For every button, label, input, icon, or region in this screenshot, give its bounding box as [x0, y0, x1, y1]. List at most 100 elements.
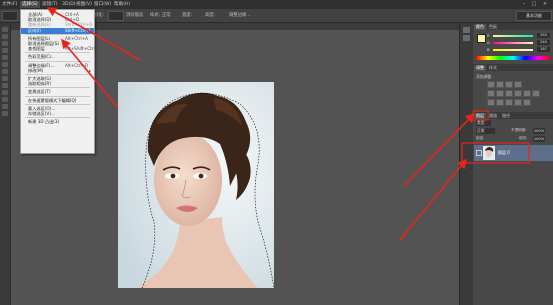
hue-saturation-icon[interactable] [496, 90, 504, 97]
slider-g: G 240 [487, 40, 551, 45]
menu-separator [25, 103, 90, 105]
refine-edge-button[interactable]: 调整边缘... [229, 12, 250, 18]
brightness-icon[interactable] [487, 81, 495, 88]
menu-view[interactable]: 视图(V) [76, 1, 92, 8]
gradient-map-icon[interactable] [514, 99, 522, 106]
selective-color-icon[interactable] [523, 99, 531, 106]
tab-layers[interactable]: 图层 [474, 113, 486, 119]
lock-label: 锁定: [476, 136, 485, 140]
fill-label: 填充: [519, 136, 528, 140]
history-icon[interactable] [463, 27, 470, 33]
height-label: 高度: [205, 13, 216, 18]
menu-3d[interactable]: 3D(D) [62, 1, 76, 8]
feather-input[interactable] [108, 11, 124, 21]
fill-input[interactable]: 100% [533, 136, 545, 142]
maximize-button[interactable]: □ [530, 1, 538, 7]
portrait-image[interactable] [118, 82, 274, 288]
hand-tool-icon[interactable] [2, 111, 8, 116]
slider-r-label: R [487, 33, 490, 38]
tab-adjustments[interactable]: 调整 [474, 65, 486, 71]
quick-select-tool-icon[interactable] [2, 48, 8, 53]
curves-icon[interactable] [505, 81, 513, 88]
marquee-tool-icon[interactable] [2, 34, 8, 39]
channel-mixer-icon[interactable] [532, 90, 540, 97]
panel-dock-strip [459, 23, 473, 305]
layer-visibility-eye-icon[interactable] [476, 150, 482, 156]
vibrance-icon[interactable] [487, 90, 495, 97]
foreground-color-swatch[interactable] [477, 34, 486, 43]
color-ramp[interactable] [476, 56, 550, 60]
right-panels: 颜色 色板 R 255 G 240 B 167 调整 样式 添加调整 图层 通道… [473, 23, 553, 305]
close-button[interactable]: × [541, 1, 549, 7]
anti-alias-checkbox[interactable]: 消除锯齿 [126, 12, 143, 18]
slider-r: R 255 [487, 33, 551, 38]
width-label: 宽度: [182, 13, 193, 18]
slider-b-track[interactable] [493, 49, 533, 51]
tab-swatches[interactable]: 色板 [487, 24, 499, 30]
layer-thumbnail[interactable] [483, 146, 495, 160]
crop-tool-icon[interactable] [2, 55, 8, 60]
select-menu-item[interactable]: 新建 3D 凸出(3) [21, 119, 94, 126]
slider-g-track[interactable] [493, 42, 533, 44]
menu-item-label: 新建 3D 凸出(3) [28, 119, 60, 125]
menu-separator [25, 74, 90, 75]
eyedropper-tool-icon[interactable] [2, 62, 8, 67]
menu-file[interactable]: 文件(F) [2, 1, 17, 8]
menu-separator [25, 33, 90, 35]
black-white-icon[interactable] [514, 90, 522, 97]
gradient-tool-icon[interactable] [2, 90, 8, 95]
layer-kind-filter[interactable]: 类型 [476, 120, 491, 126]
tool-preset-picker[interactable] [2, 11, 18, 21]
layers-panel-header: 图层 通道 路径 [473, 112, 553, 119]
type-tool-icon[interactable] [2, 104, 8, 109]
tab-channels[interactable]: 通道 [487, 113, 499, 119]
menu-select[interactable]: 选择(S) [20, 1, 40, 8]
threshold-icon[interactable] [505, 99, 513, 106]
style-label: 样式: [150, 13, 161, 18]
tools-panel [0, 23, 11, 305]
slider-g-value[interactable]: 240 [537, 40, 550, 45]
menu-help[interactable]: 帮助(H) [114, 1, 130, 8]
menu-separator [25, 95, 90, 97]
levels-icon[interactable] [496, 81, 504, 88]
layer-thumbnail-image [483, 146, 495, 160]
portrait-illustration [118, 82, 274, 288]
blend-mode-select[interactable]: 正常 [476, 128, 495, 134]
menu-separator [25, 60, 90, 62]
tab-styles[interactable]: 样式 [487, 65, 499, 71]
slider-b-value[interactable]: 167 [537, 47, 550, 52]
menu-bar: 文件(F) 选择(S) 滤镜(T) 3D(D) 视图(V) 窗口(W) 帮助(H… [0, 0, 553, 9]
exposure-icon[interactable] [514, 81, 522, 88]
tab-paths[interactable]: 路径 [500, 113, 512, 119]
slider-r-value[interactable]: 255 [537, 33, 550, 38]
slider-b: B 167 [487, 47, 551, 52]
move-tool-icon[interactable] [2, 27, 8, 32]
adjustments-subtitle: 添加调整 [476, 74, 492, 79]
menu-window[interactable]: 窗口(W) [94, 1, 111, 8]
opacity-input[interactable]: 100% [533, 128, 545, 134]
slider-r-track[interactable] [493, 35, 533, 37]
opacity-label: 不透明度: [511, 128, 527, 132]
workspace-switcher[interactable]: 基本功能 [516, 11, 552, 21]
style-select[interactable]: 正常 [162, 12, 171, 18]
invert-icon[interactable] [487, 99, 495, 106]
menu-filter[interactable]: 滤镜(T) [42, 1, 58, 8]
feather-label: 羽化: [94, 13, 105, 18]
properties-icon[interactable] [463, 35, 470, 41]
stamp-tool-icon[interactable] [2, 76, 8, 81]
photo-filter-icon[interactable] [523, 90, 531, 97]
minimize-button[interactable]: – [520, 1, 528, 7]
layer-name[interactable]: 图层 0 [498, 150, 510, 156]
slider-b-label: B [487, 47, 490, 52]
posterize-icon[interactable] [496, 99, 504, 106]
brush-tool-icon[interactable] [2, 69, 8, 74]
slider-g-label: G [487, 40, 490, 45]
pen-tool-icon[interactable] [2, 97, 8, 102]
select-menu-dropdown: 全部(A) Ctrl+A 取消选择(D) Ctrl+D 重新选择(E) Shift+Ctr… [20, 9, 101, 154]
lasso-tool-icon[interactable] [2, 41, 8, 46]
color-balance-icon[interactable] [505, 90, 513, 97]
adjustments-panel-header: 调整 样式 [473, 64, 553, 71]
color-panel-header: 颜色 色板 [473, 23, 553, 30]
tab-color[interactable]: 颜色 [474, 24, 486, 30]
eraser-tool-icon[interactable] [2, 83, 8, 88]
